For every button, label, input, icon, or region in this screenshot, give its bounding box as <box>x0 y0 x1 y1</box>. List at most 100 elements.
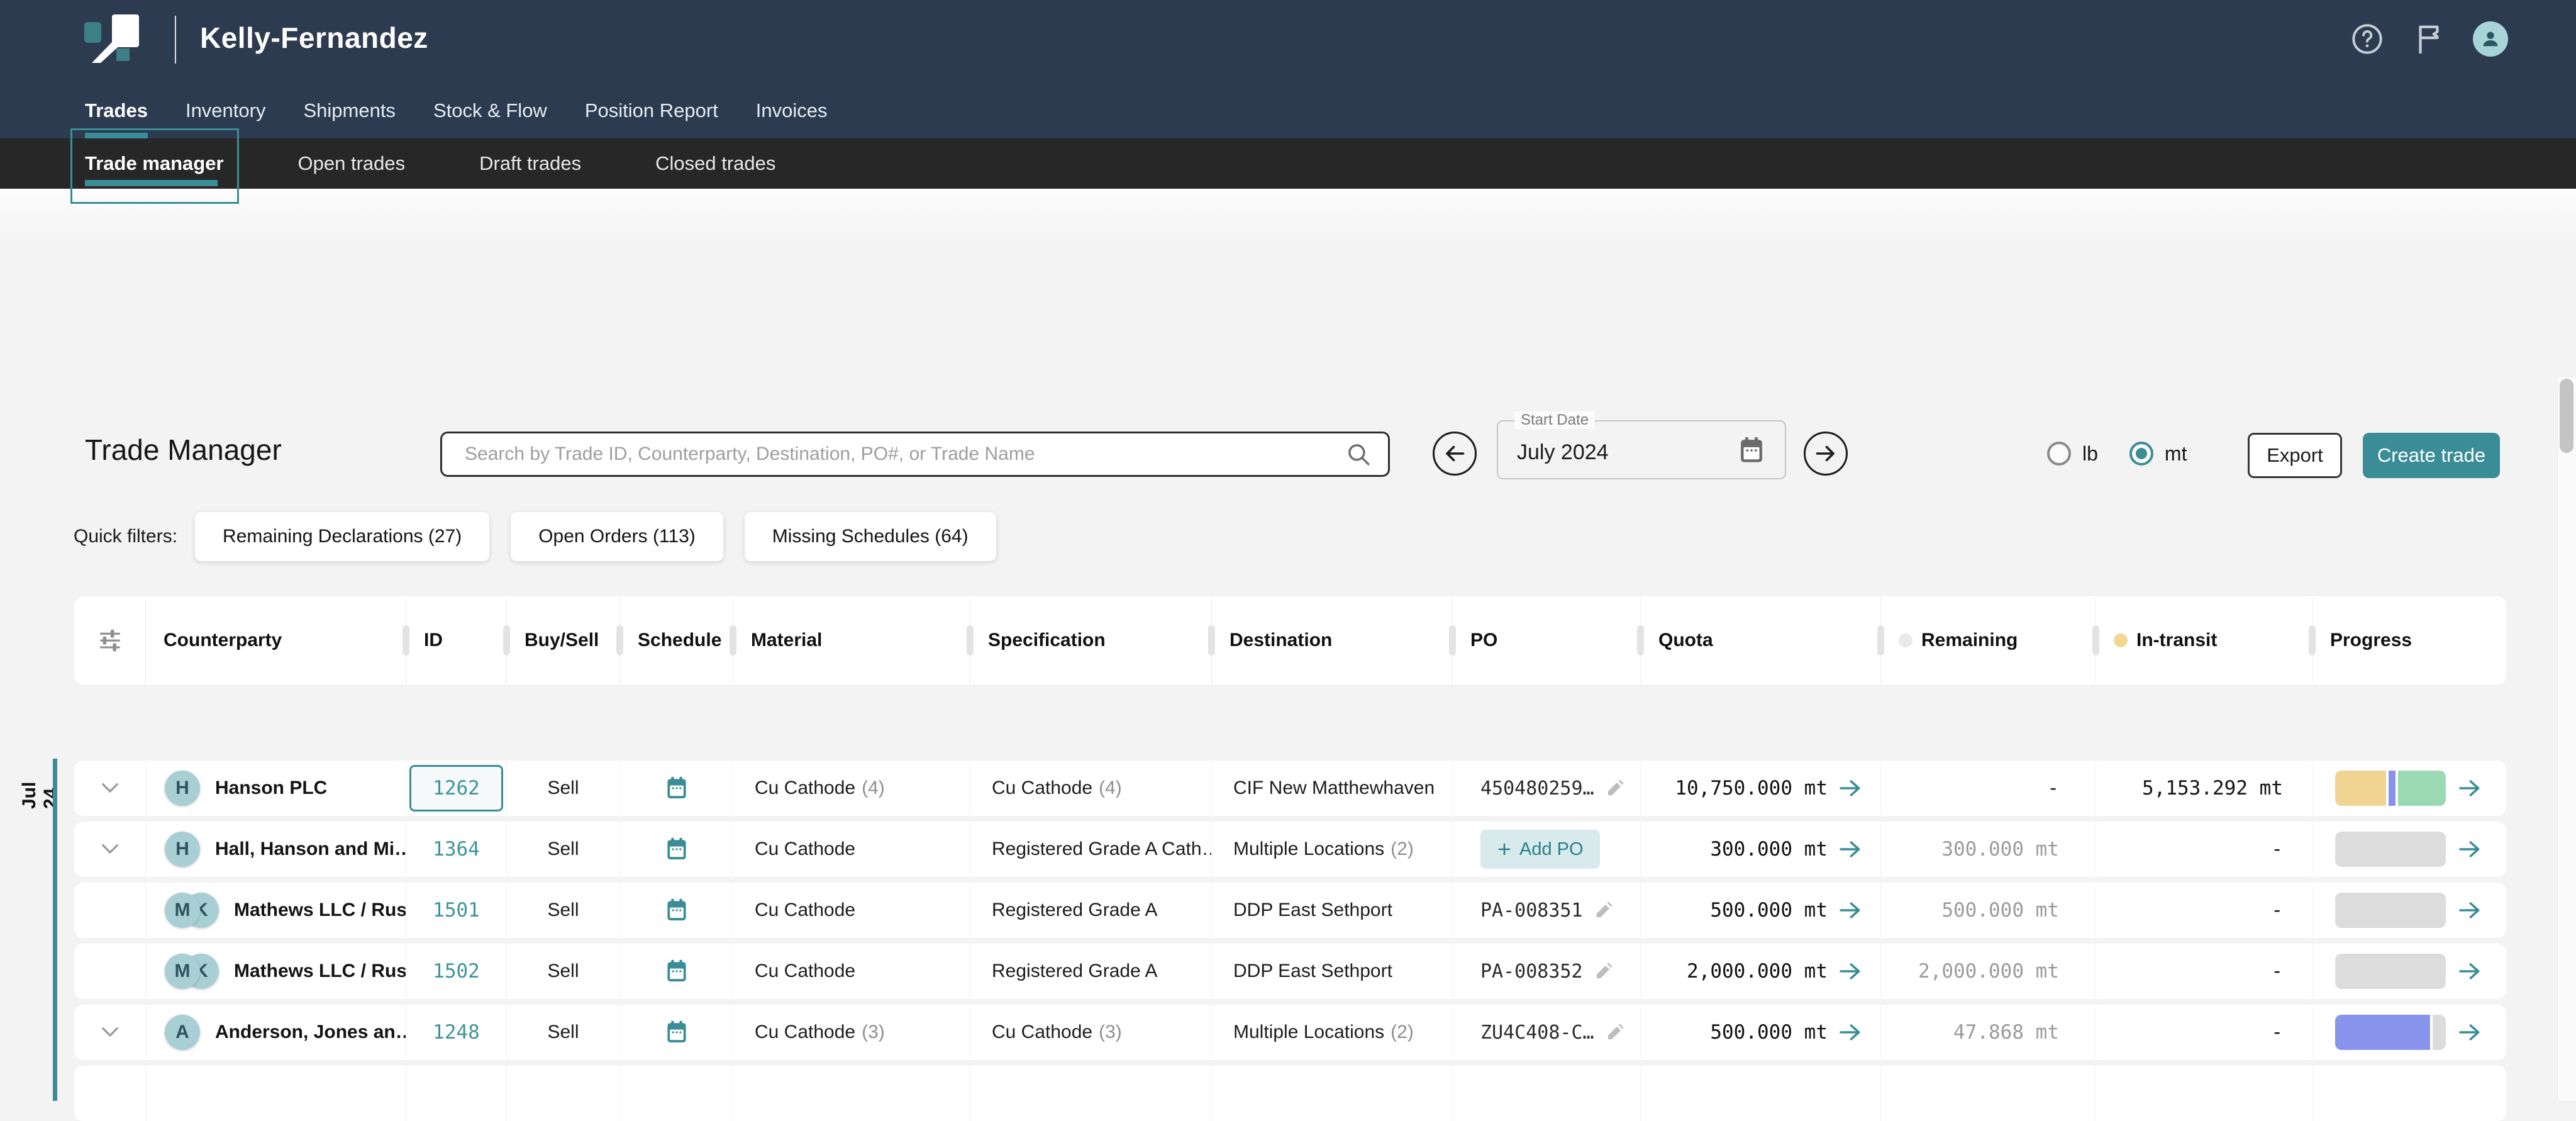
po-number: PA-008351 <box>1480 900 1583 922</box>
nav-active-indicator <box>85 133 148 138</box>
trade-id-link[interactable]: 1262 <box>409 765 503 811</box>
nav-item-shipments[interactable]: Shipments <box>303 99 395 138</box>
remaining-cell: 300.000 mt <box>1880 822 2096 877</box>
column-settings-button[interactable] <box>74 596 145 684</box>
open-row-arrow-icon[interactable] <box>2458 1023 2481 1042</box>
trade-id-cell[interactable]: 1502 <box>406 944 506 999</box>
calendar-picker-icon[interactable] <box>1738 437 1765 467</box>
search-input[interactable] <box>442 433 1345 475</box>
column-header-id[interactable]: ID <box>406 596 506 684</box>
tab-trade-manager[interactable]: Trade manager <box>85 152 224 175</box>
vertical-scrollbar[interactable] <box>2557 377 2576 1101</box>
table-row-partial[interactable] <box>74 1066 2506 1121</box>
add-po-button[interactable]: Add PO <box>1480 830 1600 869</box>
expander-spacer <box>74 1066 145 1121</box>
quota-arrow-icon[interactable] <box>1839 1023 1862 1042</box>
schedule-cell[interactable] <box>619 1005 733 1060</box>
quota-cell: 300.000 mt <box>1640 822 1880 877</box>
trade-id-cell[interactable]: 1262 <box>406 761 506 816</box>
previous-month-button[interactable] <box>1433 432 1477 476</box>
column-header-buy-sell[interactable]: Buy/Sell <box>506 596 619 684</box>
tab-closed-trades[interactable]: Closed trades <box>655 152 775 175</box>
table-row[interactable]: H Hall, Hanson and Mi… 1364 Sell Cu Cath… <box>74 822 2506 877</box>
calendar-icon <box>665 776 688 800</box>
progress-cell <box>2312 822 2506 877</box>
column-header-material[interactable]: Material <box>733 596 970 684</box>
trade-id-cell[interactable]: 1248 <box>406 1005 506 1060</box>
edit-po-icon[interactable] <box>1594 901 1613 920</box>
edit-po-icon[interactable] <box>1594 962 1613 981</box>
start-date-field[interactable]: Start Date July 2024 <box>1497 420 1786 479</box>
trade-id-cell[interactable]: 1364 <box>406 822 506 877</box>
schedule-cell[interactable] <box>619 761 733 816</box>
schedule-cell[interactable] <box>619 883 733 938</box>
column-header-po[interactable]: PO <box>1452 596 1640 684</box>
trade-id-cell[interactable]: 1501 <box>406 883 506 938</box>
column-header-counterparty[interactable]: Counterparty <box>145 596 406 684</box>
po-cell: ZU4C408-C… <box>1452 1005 1640 1060</box>
nav-item-position-report[interactable]: Position Report <box>585 99 718 138</box>
unit-option-lb[interactable]: lb <box>2047 442 2098 466</box>
column-header-schedule[interactable]: Schedule <box>619 596 733 684</box>
expand-row-button[interactable] <box>74 761 145 816</box>
open-row-arrow-icon[interactable] <box>2458 840 2481 859</box>
schedule-cell[interactable] <box>619 822 733 877</box>
progress-bar <box>2335 1015 2446 1050</box>
counterparty-avatar: H <box>165 771 200 806</box>
trade-id-link[interactable]: 1364 <box>433 838 480 861</box>
remaining-legend-dot <box>1899 633 1913 647</box>
tab-open-trades[interactable]: Open trades <box>298 152 406 175</box>
quota-arrow-icon[interactable] <box>1839 901 1862 920</box>
export-button[interactable]: Export <box>2248 433 2342 478</box>
po-number: 450480259… <box>1480 778 1594 800</box>
column-header-remaining[interactable]: Remaining <box>1880 596 2096 684</box>
trade-id-link[interactable]: 1502 <box>433 960 480 983</box>
column-header-in-transit[interactable]: In-transit <box>2096 596 2312 684</box>
arrow-right-icon <box>1814 442 1837 465</box>
nav-item-stock-flow[interactable]: Stock & Flow <box>433 99 547 138</box>
column-header-quota[interactable]: Quota <box>1640 596 1880 684</box>
tab-draft-trades[interactable]: Draft trades <box>479 152 581 175</box>
table-row[interactable]: M K Mathews LLC / Russ… 1501 Sell Cu Cat… <box>74 883 2506 938</box>
create-trade-button[interactable]: Create trade <box>2363 433 2500 478</box>
nav-item-invoices[interactable]: Invoices <box>756 99 828 138</box>
radio-lb[interactable] <box>2047 442 2071 466</box>
radio-mt[interactable] <box>2129 442 2153 466</box>
column-header-specification[interactable]: Specification <box>970 596 1211 684</box>
quota-arrow-icon[interactable] <box>1839 840 1862 859</box>
edit-po-icon[interactable] <box>1606 1023 1624 1042</box>
column-header-destination[interactable]: Destination <box>1211 596 1452 684</box>
help-icon[interactable] <box>2350 21 2385 57</box>
open-row-arrow-icon[interactable] <box>2458 901 2481 920</box>
table-row[interactable]: A Anderson, Jones an… 1248 Sell Cu Catho… <box>74 1005 2506 1060</box>
expand-row-button[interactable] <box>74 1005 145 1060</box>
progress-bar <box>2335 893 2446 928</box>
trade-id-cell <box>406 1066 506 1121</box>
quota-arrow-icon[interactable] <box>1839 962 1862 981</box>
quota-arrow-icon[interactable] <box>1839 779 1862 798</box>
filter-remaining-declarations[interactable]: Remaining Declarations (27) <box>195 512 489 561</box>
flag-icon[interactable] <box>2411 21 2446 57</box>
open-row-arrow-icon[interactable] <box>2458 962 2481 981</box>
schedule-cell[interactable] <box>619 944 733 999</box>
next-month-button[interactable] <box>1804 432 1848 476</box>
counterparty-name: Hanson PLC <box>215 778 327 799</box>
in-transit-cell <box>2096 1066 2312 1121</box>
expand-row-button[interactable] <box>74 822 145 877</box>
po-cell: PA-008351 <box>1452 883 1640 938</box>
filter-open-orders[interactable]: Open Orders (113) <box>511 512 723 561</box>
filter-missing-schedules[interactable]: Missing Schedules (64) <box>745 512 996 561</box>
open-row-arrow-icon[interactable] <box>2458 779 2481 798</box>
trade-id-link[interactable]: 1248 <box>433 1021 480 1044</box>
scrollbar-thumb[interactable] <box>2560 379 2573 453</box>
table-row[interactable]: M K Mathews LLC / Russ… 1502 Sell Cu Cat… <box>74 944 2506 999</box>
account-avatar-icon[interactable] <box>2473 21 2508 57</box>
remaining-cell: 2,000.000 mt <box>1880 944 2096 999</box>
edit-po-icon[interactable] <box>1606 779 1624 798</box>
app-title: Kelly-Fernandez <box>200 21 428 55</box>
nav-item-inventory[interactable]: Inventory <box>186 99 266 138</box>
table-row[interactable]: H Hanson PLC 1262 Sell Cu Cathode(4) Cu … <box>74 761 2506 816</box>
trade-id-link[interactable]: 1501 <box>433 899 480 922</box>
column-header-progress[interactable]: Progress <box>2312 596 2506 684</box>
unit-option-mt[interactable]: mt <box>2129 442 2187 466</box>
